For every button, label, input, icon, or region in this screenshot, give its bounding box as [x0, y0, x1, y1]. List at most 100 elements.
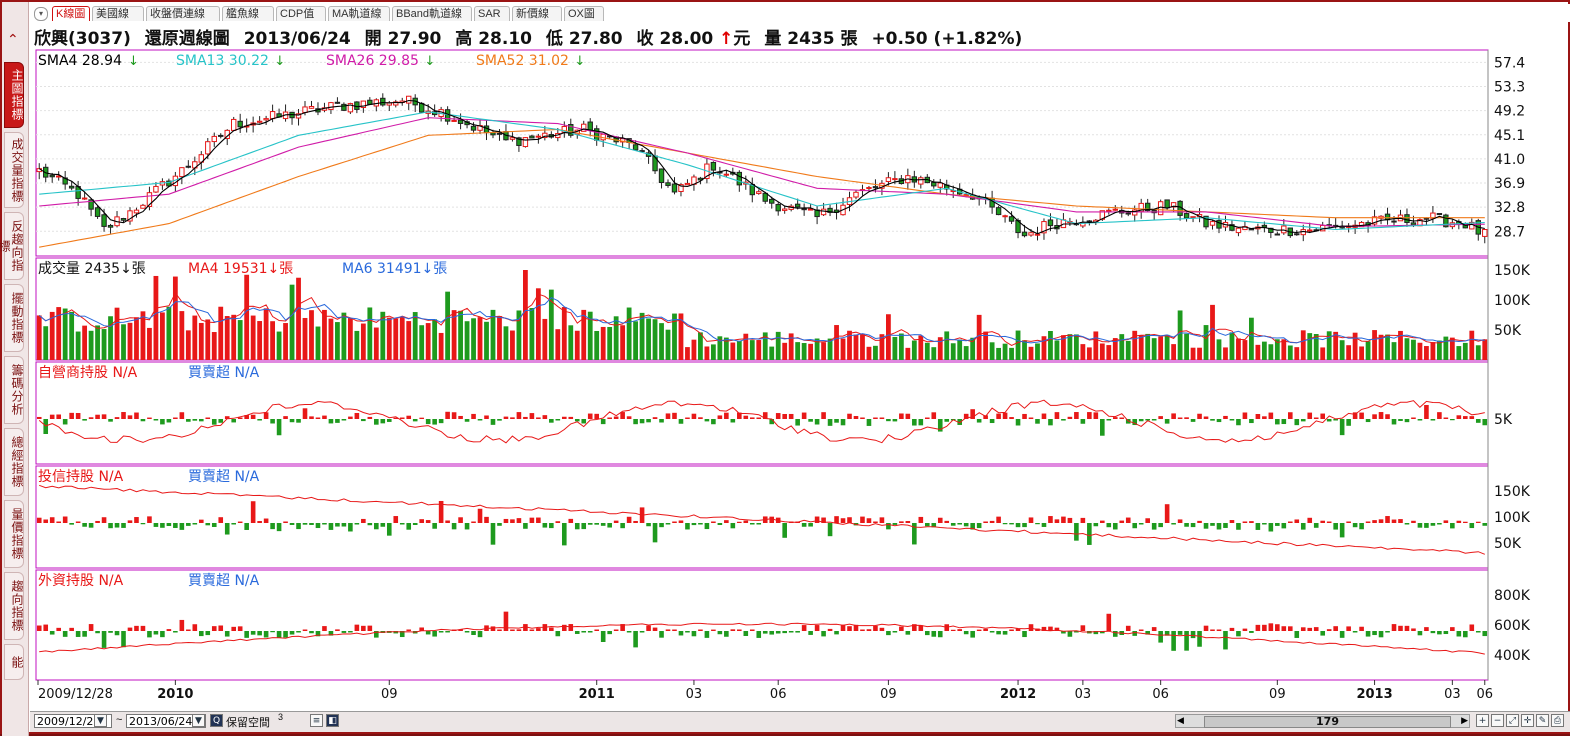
foreign-bar [886, 631, 891, 636]
foreign-bar [276, 631, 282, 638]
foreign-bar [536, 628, 541, 631]
scroll-left-icon[interactable]: ◀ [1177, 716, 1184, 726]
dealer-bar [315, 417, 321, 419]
volume-bar [458, 310, 463, 360]
foreign-bar [1223, 631, 1228, 650]
volume-bar [989, 342, 995, 360]
dealer-bar [1074, 412, 1079, 419]
dealer-bar [283, 416, 288, 419]
tab-3[interactable]: 艦魚線 [222, 6, 274, 21]
trust-bar [989, 520, 995, 523]
volume-bar [1151, 338, 1157, 360]
print-icon[interactable]: ⎙ [1551, 714, 1564, 727]
volume-bar [620, 325, 626, 360]
foreign-bar [717, 631, 723, 635]
candle-body [820, 208, 827, 216]
sidebar-item-5[interactable]: 總經指標 [4, 428, 24, 496]
tab-9[interactable]: OX圖 [564, 6, 604, 21]
volume-bar [1035, 343, 1040, 360]
dealer-bar [613, 416, 619, 419]
sidebar-item-8[interactable]: 能 [4, 644, 24, 680]
volume-bar [1229, 332, 1235, 360]
tab-1[interactable]: 美國線 [92, 6, 144, 21]
query-icon[interactable]: Q [210, 714, 223, 727]
volume-bar [944, 331, 950, 360]
volume-bar [1164, 334, 1170, 360]
scroll-thumb[interactable]: 179 [1204, 716, 1451, 728]
legend-sma13: SMA13 30.22 [176, 53, 269, 69]
dealer-bar [1177, 417, 1183, 419]
dealer-bar [1015, 419, 1021, 426]
scroll-right-icon[interactable]: ▶ [1461, 716, 1468, 726]
sidebar-item-3[interactable]: 擺動指標 [4, 284, 24, 352]
tab-2[interactable]: 收盤價連線 [146, 6, 220, 21]
grid-toggle-icon[interactable]: ≡ [310, 714, 323, 727]
date-to-dropdown-icon[interactable]: ▼ [192, 714, 205, 727]
trust-bar [205, 523, 211, 526]
dealer-bar [795, 419, 800, 426]
dealer-bar [386, 419, 392, 422]
dealer-bar [1326, 419, 1332, 422]
time-scrollbar[interactable]: ◀ 179 ▶ [1175, 714, 1470, 728]
dealer-bar [1106, 419, 1112, 421]
trust-bar [613, 520, 619, 523]
dealer-bar [976, 419, 982, 423]
tab-0[interactable]: K線圖 [52, 6, 90, 21]
trust-bar [1061, 516, 1066, 523]
fit-icon[interactable]: ⤢ [1506, 714, 1519, 727]
menu-dropdown-icon[interactable]: ▾ [34, 7, 48, 21]
sidebar-item-2[interactable]: 反趨向指標 [0, 212, 24, 280]
zoom-out-icon[interactable]: − [1491, 714, 1504, 727]
foreign-bar [1184, 631, 1189, 651]
cursor-icon[interactable]: ✛ [1521, 714, 1534, 727]
volume-bar [1326, 331, 1332, 360]
foreign-bar [937, 631, 943, 638]
foreign-bar [354, 624, 360, 631]
trust-bar [523, 523, 528, 529]
volume-bar [594, 330, 600, 360]
foreign-bar [186, 629, 191, 631]
volume-bar [795, 342, 801, 360]
foreign-bar [263, 631, 269, 638]
tab-6[interactable]: BBand軌道線 [392, 6, 472, 21]
date-from-dropdown-icon[interactable]: ▼ [94, 714, 107, 727]
tab-8[interactable]: 新價線 [512, 6, 562, 21]
candle-body [205, 141, 211, 155]
trust-bar [633, 520, 638, 523]
foreign-bar [924, 631, 930, 636]
sidebar-item-1[interactable]: 成交量指標 [4, 132, 24, 208]
foreign-bar [1190, 631, 1196, 639]
trust-bar [484, 516, 489, 523]
foreign-bar [147, 631, 152, 638]
options-icon[interactable]: ◧ [326, 714, 339, 727]
trust-bar [587, 523, 593, 525]
trust-bar [704, 523, 710, 530]
dealer-bar [1190, 419, 1196, 422]
foreign-bar [1300, 627, 1306, 631]
volume-bar [250, 315, 256, 360]
foreign-bar [1210, 629, 1215, 631]
trust-bar [1048, 516, 1053, 523]
reserve-space-value[interactable]: 3 [278, 712, 283, 722]
trust-bar [1242, 521, 1248, 523]
tab-5[interactable]: MA軌道線 [328, 6, 390, 21]
collapse-up-icon[interactable]: ⌃ [7, 32, 19, 48]
foreign-bar [348, 631, 353, 633]
tab-4[interactable]: CDP值 [276, 6, 326, 21]
tab-7[interactable]: SAR [474, 6, 510, 21]
foreign-bar [1333, 626, 1338, 631]
volume-bar [840, 338, 846, 360]
trust-tick-label: 100K [1494, 510, 1531, 526]
sidebar-item-4[interactable]: 籌碼分析 [4, 356, 24, 424]
dealer-bar [698, 417, 703, 419]
candle-body [140, 204, 146, 209]
zoom-in-icon[interactable]: + [1476, 714, 1489, 727]
volume-bar [976, 314, 982, 360]
dealer-bar [309, 416, 314, 419]
foreign-bar [62, 631, 68, 637]
trust-bar [1469, 523, 1475, 529]
sidebar-item-6[interactable]: 量價指標 [4, 500, 24, 568]
sidebar-item-7[interactable]: 趨向指標 [4, 572, 24, 640]
draw-icon[interactable]: ✎ [1536, 714, 1549, 727]
sidebar-item-0[interactable]: 主圖指標 [4, 62, 24, 128]
